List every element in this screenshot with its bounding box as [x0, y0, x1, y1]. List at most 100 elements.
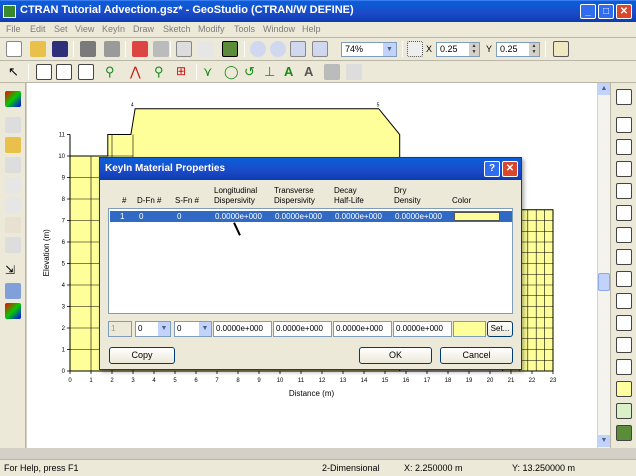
numbering-icon[interactable] — [616, 183, 632, 199]
boundary-view-icon[interactable] — [616, 293, 632, 309]
menu-set[interactable]: Set — [54, 24, 68, 34]
sketch-arcs-icon[interactable]: ↺ — [244, 64, 260, 80]
scroll-thumb[interactable] — [598, 273, 610, 291]
dfn-select[interactable]: 0 ▼ — [135, 321, 171, 337]
zoom-combo[interactable]: 74% ▼ — [341, 42, 397, 57]
cut-icon[interactable] — [132, 41, 148, 57]
pictures-view-icon[interactable] — [616, 425, 632, 441]
table-icon[interactable] — [5, 197, 21, 213]
velocity-icon[interactable] — [5, 237, 21, 253]
table-row[interactable]: 1 0 0 0.0000e+000 0.0000e+000 0.0000e+00… — [110, 211, 512, 222]
pointer-icon[interactable]: ↖ — [8, 64, 24, 80]
set-color-button[interactable]: Set... — [487, 321, 513, 337]
node-info-icon[interactable] — [616, 139, 632, 155]
open-folder-icon[interactable] — [30, 41, 46, 57]
verify-icon[interactable] — [222, 41, 238, 57]
flux-section-icon[interactable]: ⋀ — [130, 64, 146, 80]
cancel-button[interactable]: Cancel — [440, 347, 513, 364]
axes-icon[interactable] — [616, 205, 632, 221]
longitudinal-input[interactable]: 0.0000e+000 — [213, 321, 272, 337]
regions-view-icon[interactable] — [616, 249, 632, 265]
sketch-lines-icon[interactable]: ⋎ — [203, 64, 219, 80]
contour-icon[interactable] — [5, 117, 21, 133]
sketch-text-icon[interactable]: A — [284, 64, 300, 80]
scroll-down-icon[interactable]: ▼ — [598, 435, 610, 447]
close-button[interactable]: ✕ — [616, 4, 632, 19]
dry-density-input[interactable]: 0.0000e+000 — [393, 321, 452, 337]
view-preferences-icon[interactable] — [616, 117, 632, 133]
zoom-out-icon[interactable] — [270, 41, 286, 57]
menu-sketch[interactable]: Sketch — [163, 24, 191, 34]
solve-icon[interactable] — [5, 137, 21, 153]
sketch-disabled-icon[interactable] — [346, 64, 362, 80]
mesh-view-icon[interactable] — [5, 283, 21, 299]
flux-view-icon[interactable] — [616, 337, 632, 353]
zoom-extents-icon[interactable] — [312, 41, 328, 57]
picture-icon[interactable] — [324, 64, 340, 80]
print-preview-icon[interactable] — [104, 41, 120, 57]
menu-view[interactable]: View — [75, 24, 94, 34]
dialog-close-button[interactable]: ✕ — [502, 161, 518, 177]
element-info-icon[interactable] — [616, 161, 632, 177]
flux-icon[interactable] — [5, 217, 21, 233]
graph-icon[interactable] — [5, 177, 21, 193]
regions-icon[interactable] — [36, 64, 52, 80]
sfn-select[interactable]: 0 ▼ — [174, 321, 212, 337]
points-view-icon[interactable] — [616, 227, 632, 243]
menu-modify[interactable]: Modify — [198, 24, 225, 34]
spinner-icon[interactable]: ▲ ▼ — [469, 43, 479, 56]
color-icon[interactable] — [5, 303, 21, 319]
x-spacing-input[interactable]: 0.25 ▲ ▼ — [436, 42, 480, 57]
materials-view-icon[interactable] — [616, 271, 632, 287]
menu-draw[interactable]: Draw — [133, 24, 154, 34]
save-icon[interactable] — [52, 41, 68, 57]
transverse-input[interactable]: 0.0000e+000 — [273, 321, 332, 337]
chevron-down-icon[interactable]: ▼ — [199, 322, 211, 336]
maximize-button[interactable]: □ — [598, 4, 614, 19]
points-icon[interactable]: ⊞ — [176, 64, 192, 80]
ok-button[interactable]: OK — [359, 347, 432, 364]
sketch-circles-icon[interactable]: ◯ — [224, 64, 240, 80]
define-icon[interactable] — [5, 91, 21, 107]
spinner-icon[interactable]: ▲ ▼ — [529, 43, 539, 56]
redo-icon[interactable] — [198, 41, 214, 57]
sketch-axes-icon[interactable]: ⊥ — [264, 64, 280, 80]
select-icon[interactable]: ⇲ — [5, 263, 21, 279]
chevron-down-icon[interactable]: ▼ — [383, 43, 396, 56]
vertical-scrollbar[interactable]: ▲ ▼ — [597, 83, 610, 448]
materials-icon[interactable] — [78, 64, 94, 80]
color-input[interactable] — [453, 321, 486, 337]
new-file-icon[interactable] — [6, 41, 22, 57]
zoom-window-icon[interactable] — [290, 41, 306, 57]
menu-keyin[interactable]: KeyIn — [102, 24, 125, 34]
mesh-icon[interactable] — [56, 64, 72, 80]
results-view-icon[interactable] — [616, 403, 632, 419]
help-button[interactable]: ? — [484, 161, 500, 177]
zoom-in-icon[interactable] — [250, 41, 266, 57]
functions-view-icon[interactable] — [616, 381, 632, 397]
materials-grid[interactable]: 1 0 0 0.0000e+000 0.0000e+000 0.0000e+00… — [108, 208, 513, 314]
print-icon[interactable] — [80, 41, 96, 57]
menu-window[interactable]: Window — [263, 24, 295, 34]
ruler-icon[interactable] — [553, 41, 569, 57]
grid-icon[interactable] — [407, 41, 423, 57]
scroll-up-icon[interactable]: ▲ — [598, 83, 610, 95]
menu-file[interactable]: File — [6, 24, 21, 34]
boundary-icon[interactable]: ⚲ — [105, 64, 121, 80]
y-spacing-input[interactable]: 0.25 ▲ ▼ — [496, 42, 540, 57]
copy-icon[interactable] — [153, 41, 169, 57]
analysis-settings-icon[interactable] — [616, 89, 632, 105]
minimize-button[interactable]: _ — [580, 4, 596, 19]
copy-button[interactable]: Copy — [109, 347, 175, 364]
undo-icon[interactable] — [176, 41, 192, 57]
menu-edit[interactable]: Edit — [30, 24, 46, 34]
decay-input[interactable]: 0.0000e+000 — [333, 321, 392, 337]
results-icon[interactable] — [5, 157, 21, 173]
menu-help[interactable]: Help — [302, 24, 321, 34]
function-icon[interactable]: ⚲ — [154, 64, 170, 80]
menu-tools[interactable]: Tools — [234, 24, 255, 34]
sketch-view-icon[interactable] — [616, 359, 632, 375]
mesh-view-toggle-icon[interactable] — [616, 315, 632, 331]
chevron-down-icon[interactable]: ▼ — [158, 322, 170, 336]
text-icon[interactable]: A — [304, 64, 320, 80]
